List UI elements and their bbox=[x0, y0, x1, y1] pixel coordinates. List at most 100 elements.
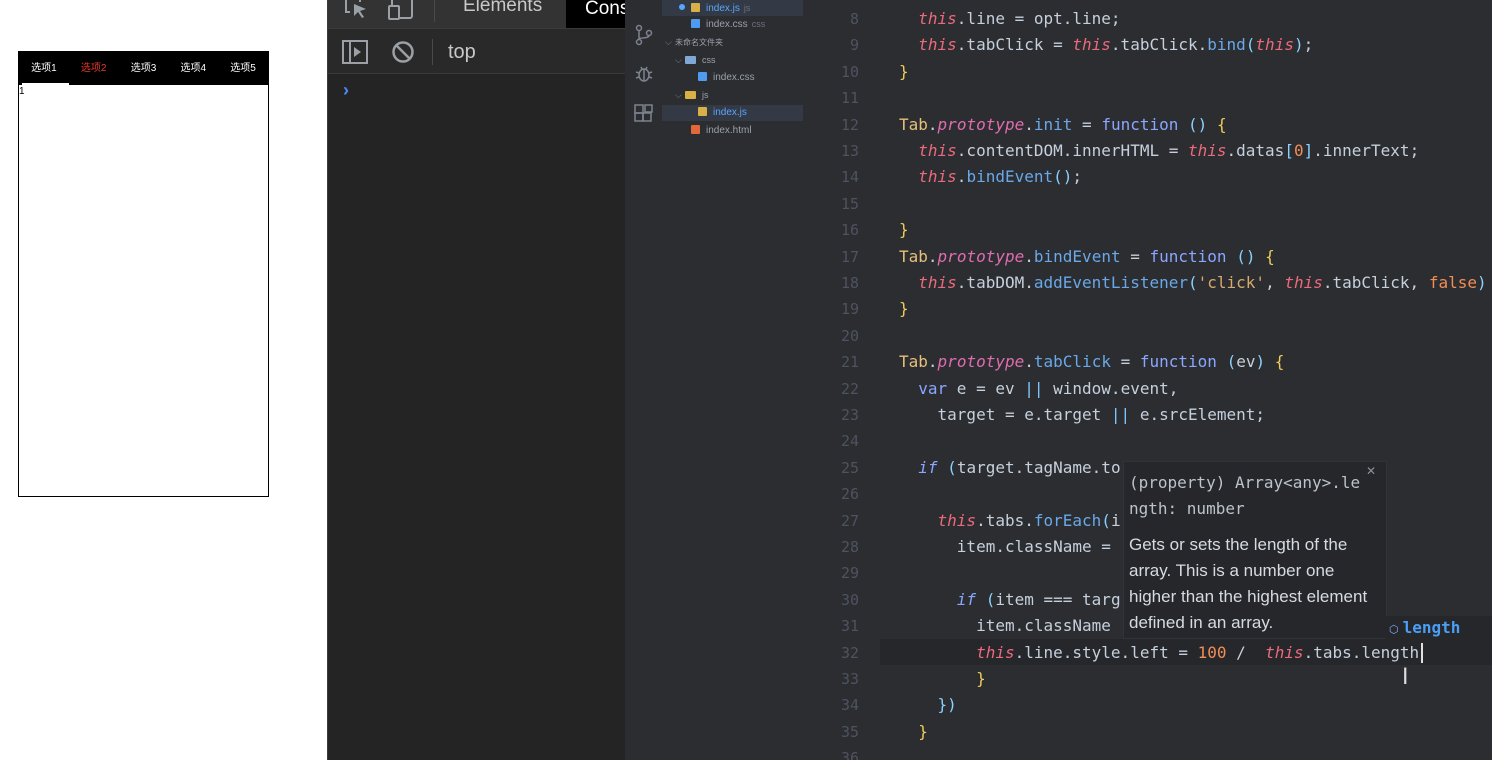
activity-bar bbox=[625, 0, 662, 760]
device-toolbar-icon[interactable] bbox=[388, 0, 416, 20]
line-number: 33 bbox=[840, 670, 859, 688]
line-number: 24 bbox=[840, 432, 859, 450]
line-number: 22 bbox=[840, 380, 859, 398]
code-line: } bbox=[976, 669, 986, 688]
chevron-down-icon: ⌵ bbox=[665, 37, 672, 47]
tab-content: 1 bbox=[19, 86, 25, 97]
sidebar-toggle-icon[interactable] bbox=[342, 40, 368, 64]
autocomplete-suggestion[interactable]: ⬡ length bbox=[1385, 616, 1492, 639]
code-line: this.line.style.left = 100 / this.tabs.l… bbox=[976, 643, 1420, 662]
line-number: 19 bbox=[840, 300, 859, 318]
line-number: 17 bbox=[840, 248, 859, 266]
code-line: this.tabDOM.addEventListener('click', th… bbox=[918, 273, 1487, 292]
code-line: if (target.tagName.to bbox=[918, 458, 1121, 477]
code-line: this.bindEvent(); bbox=[918, 167, 1083, 186]
ibeam-cursor-icon: I bbox=[1402, 665, 1409, 690]
line-number: 18 bbox=[840, 274, 859, 292]
folder-root[interactable]: ⌵ 未命名文件夹 bbox=[662, 34, 803, 50]
file-index-css[interactable]: index.css bbox=[662, 70, 803, 86]
line-number: 25 bbox=[840, 459, 859, 477]
console-toolbar: top bbox=[328, 28, 626, 74]
clear-console-icon[interactable] bbox=[391, 40, 415, 64]
line-number: 26 bbox=[840, 485, 859, 503]
line-number: 16 bbox=[840, 221, 859, 239]
open-editor-index-css[interactable]: index.css css bbox=[662, 16, 803, 32]
text-caret bbox=[1421, 643, 1423, 663]
line-number: 15 bbox=[840, 195, 859, 213]
code-line: this.tabs.forEach(i bbox=[937, 511, 1121, 530]
line-number: 36 bbox=[840, 749, 859, 760]
extensions-icon[interactable] bbox=[634, 104, 654, 124]
file-index-html[interactable]: index.html bbox=[662, 123, 803, 139]
line-number: 29 bbox=[840, 564, 859, 582]
debug-icon[interactable] bbox=[634, 64, 654, 84]
code-line: var e = ev || window.event, bbox=[918, 379, 1179, 398]
tab-underline bbox=[22, 83, 69, 85]
line-number: 27 bbox=[840, 512, 859, 530]
folder-js[interactable]: ⌵ js bbox=[662, 87, 803, 103]
toolbar-divider bbox=[432, 39, 433, 65]
folder-icon bbox=[685, 91, 696, 99]
css-file-icon bbox=[698, 72, 707, 81]
tab-option-2[interactable]: 选项2 bbox=[69, 52, 119, 85]
tab-option-1[interactable]: 选项1 bbox=[19, 52, 69, 85]
hover-tooltip: (property) Array<any>.length: number ✕ G… bbox=[1123, 461, 1387, 639]
folder-css[interactable]: ⌵ css bbox=[662, 52, 803, 68]
code-line: target = e.target || e.srcElement; bbox=[899, 405, 1266, 424]
code-line: }) bbox=[937, 695, 957, 714]
tab-bar: 选项1 选项2 选项3 选项4 选项5 bbox=[19, 52, 268, 85]
context-selector[interactable]: top bbox=[448, 41, 476, 64]
tab-option-5[interactable]: 选项5 bbox=[218, 52, 268, 85]
line-number: 11 bbox=[840, 89, 859, 107]
devtools-panel: Elements Cons top › bbox=[327, 0, 626, 760]
code-line: } bbox=[918, 722, 928, 741]
tab-option-4[interactable]: 选项4 bbox=[168, 52, 218, 85]
folder-icon bbox=[685, 56, 696, 64]
code-line: item.className bbox=[899, 616, 1111, 635]
tooltip-documentation: Gets or sets the length of the array. Th… bbox=[1129, 535, 1368, 632]
js-file-icon bbox=[698, 107, 707, 116]
line-number: 8 bbox=[849, 10, 859, 28]
unsaved-dot-icon bbox=[679, 4, 685, 10]
source-control-icon[interactable] bbox=[635, 24, 653, 46]
open-editor-index-js[interactable]: index.js js bbox=[662, 0, 803, 16]
line-number: 34 bbox=[840, 696, 859, 714]
devtools-divider bbox=[434, 0, 435, 22]
code-line: item.className = bbox=[899, 537, 1111, 556]
code-line: this.contentDOM.innerHTML = this.datas[0… bbox=[918, 141, 1420, 160]
code-line: Tab.prototype.bindEvent = function () { bbox=[899, 247, 1275, 266]
property-icon: ⬡ bbox=[1389, 623, 1399, 636]
line-number: 9 bbox=[849, 36, 859, 54]
file-explorer: index.js js index.css css ⌵ 未命名文件夹 ⌵ css ind… bbox=[662, 0, 817, 760]
code-area[interactable]: 8 9 10 11 12 13 14 15 16 17 18 19 20 21 … bbox=[817, 0, 1492, 760]
tooltip-signature: (property) Array<any>.length: number bbox=[1129, 473, 1361, 518]
code-line: } bbox=[899, 62, 909, 81]
line-number: 12 bbox=[840, 116, 859, 134]
line-number: 14 bbox=[840, 168, 859, 186]
line-number: 21 bbox=[840, 353, 859, 371]
close-icon[interactable]: ✕ bbox=[1366, 464, 1376, 478]
inspect-element-icon[interactable] bbox=[344, 0, 370, 20]
code-line: } bbox=[899, 299, 909, 318]
code-line: if (item === targ bbox=[956, 590, 1121, 609]
code-editor-window: index.js js index.css css ⌵ 未命名文件夹 ⌵ css ind… bbox=[625, 0, 1492, 760]
line-number: 23 bbox=[840, 406, 859, 424]
code-line: } bbox=[899, 220, 909, 239]
chevron-down-icon: ⌵ bbox=[675, 55, 682, 65]
tab-elements[interactable]: Elements bbox=[463, 0, 542, 17]
browser-preview: 选项1 选项2 选项3 选项4 选项5 1 bbox=[0, 0, 327, 760]
console-prompt-icon[interactable]: › bbox=[343, 80, 349, 101]
code-line: Tab.prototype.tabClick = function (ev) { bbox=[899, 352, 1285, 371]
file-index-js[interactable]: index.js bbox=[662, 105, 803, 121]
line-number: 31 bbox=[840, 617, 859, 635]
css-file-icon bbox=[691, 19, 700, 28]
js-file-icon bbox=[691, 3, 700, 12]
html-file-icon bbox=[691, 125, 700, 134]
code-line: Tab.prototype.init = function () { bbox=[899, 115, 1227, 134]
tab-option-3[interactable]: 选项3 bbox=[119, 52, 169, 85]
chevron-down-icon: ⌵ bbox=[675, 90, 682, 100]
line-number: 10 bbox=[840, 63, 859, 81]
line-number: 13 bbox=[840, 142, 859, 160]
line-number: 20 bbox=[840, 327, 859, 345]
tab-console[interactable]: Cons bbox=[566, 0, 626, 28]
